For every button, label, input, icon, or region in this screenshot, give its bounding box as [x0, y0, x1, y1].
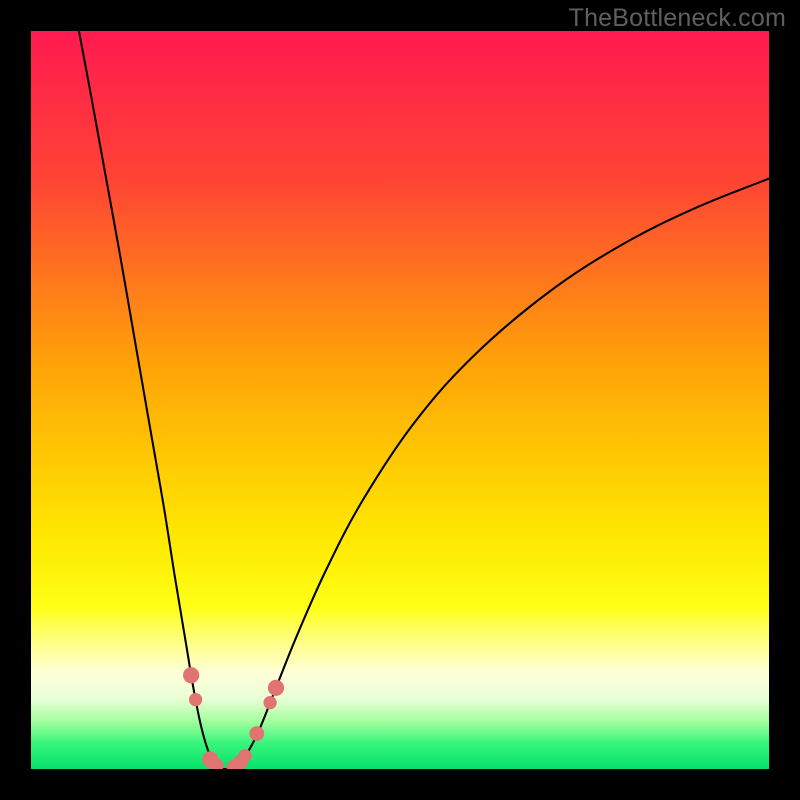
- curve-marker: [263, 696, 276, 709]
- curve-left-branch: [79, 31, 223, 769]
- curve-marker: [189, 693, 202, 706]
- curve-marker: [268, 680, 284, 696]
- curve-marker: [249, 726, 264, 741]
- plot-area: [31, 31, 769, 769]
- watermark-text: TheBottleneck.com: [569, 4, 786, 33]
- curve-right-branch: [223, 179, 769, 769]
- curve-marker: [183, 667, 199, 683]
- chart-frame: TheBottleneck.com: [0, 0, 800, 800]
- curve-marker: [238, 749, 251, 762]
- curve-layer: [31, 31, 769, 769]
